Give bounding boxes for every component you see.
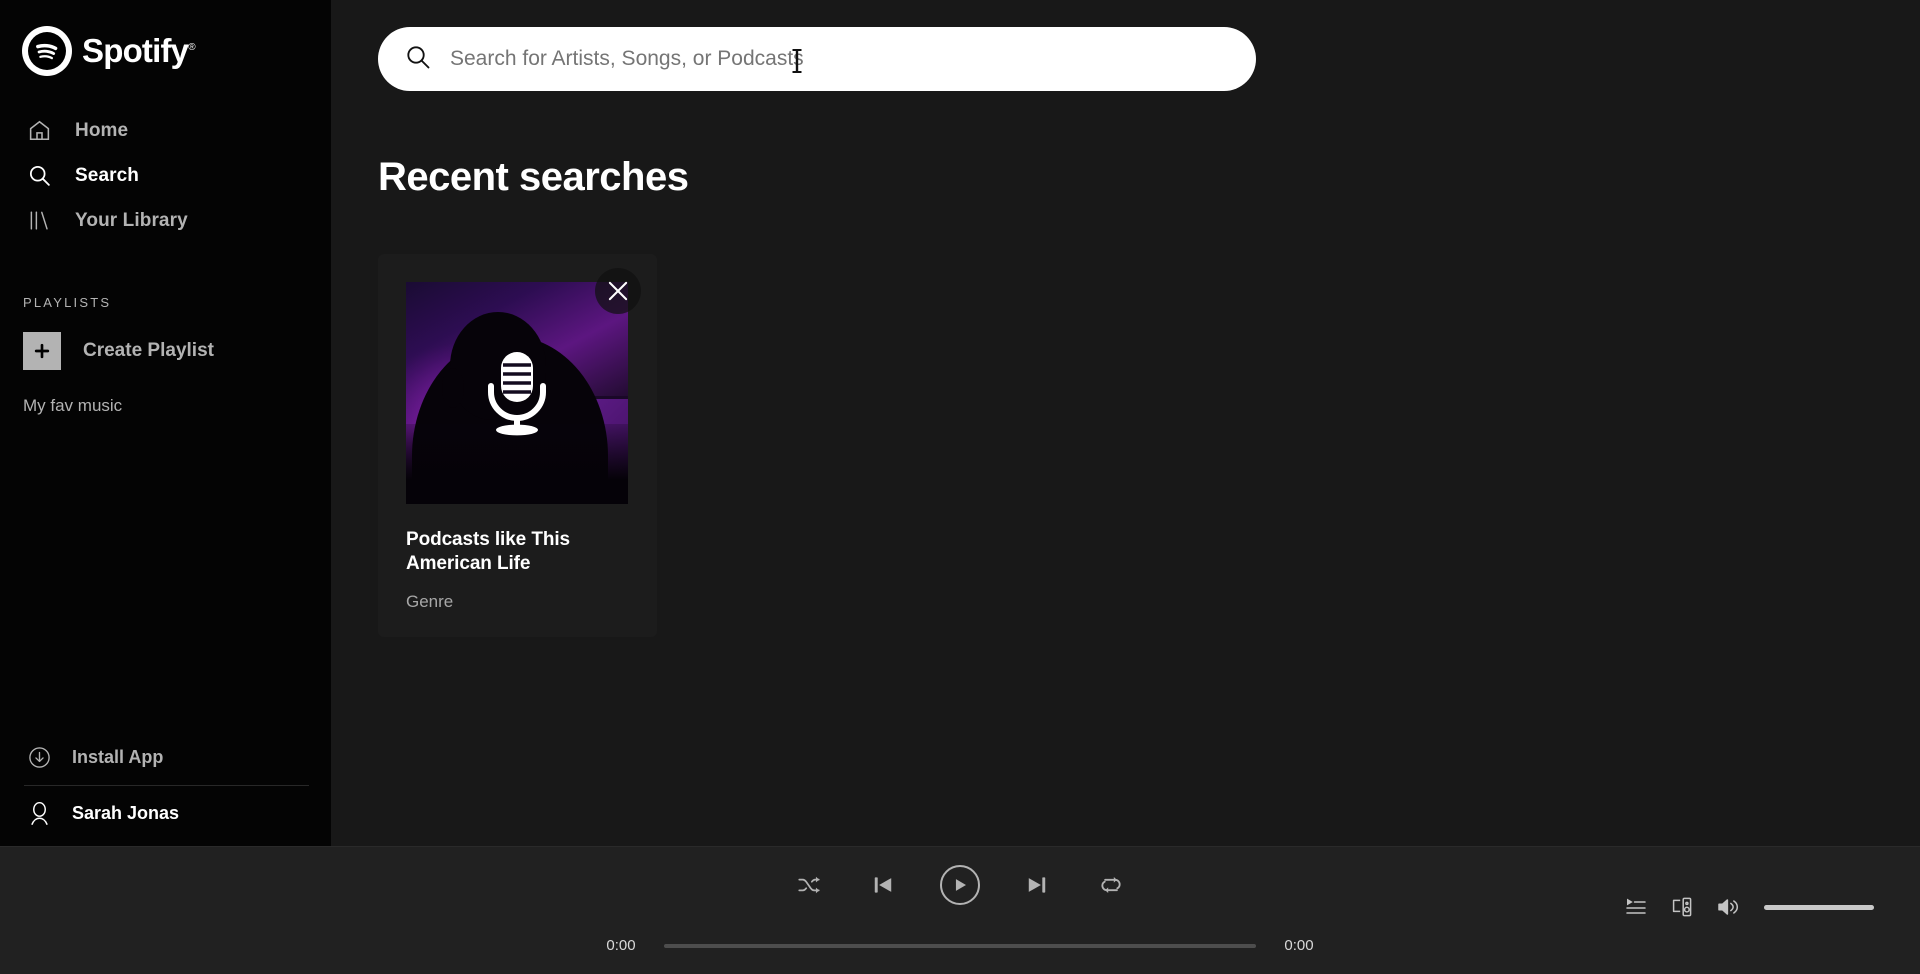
artwork-headphone — [442, 368, 464, 408]
progress-bar-row: 0:00 0:00 — [602, 937, 1318, 954]
home-icon — [24, 116, 54, 146]
install-app-label: Install App — [72, 746, 164, 767]
elapsed-time: 0:00 — [606, 937, 636, 954]
microphone-icon — [474, 348, 560, 438]
library-icon — [24, 206, 54, 236]
spotify-wordmark-text: Spotify — [82, 32, 189, 69]
play-icon[interactable] — [940, 865, 980, 905]
player-bar: 0:00 0:00 — [0, 846, 1920, 974]
download-circle-icon — [24, 742, 54, 772]
search-bar[interactable] — [378, 27, 1256, 91]
progress-slider[interactable] — [664, 943, 1256, 948]
player-right-controls — [1624, 895, 1874, 919]
playback-controls — [792, 865, 1128, 905]
queue-icon[interactable] — [1624, 895, 1648, 919]
recent-search-card[interactable]: Podcasts like This American Life Genre — [378, 254, 657, 637]
card-subtitle: Genre — [406, 591, 454, 611]
volume-icon[interactable] — [1716, 895, 1742, 919]
next-track-icon[interactable] — [1020, 868, 1054, 902]
connect-device-icon[interactable] — [1670, 895, 1694, 919]
create-playlist-button[interactable]: Create Playlist — [23, 332, 331, 370]
total-time: 0:00 — [1284, 937, 1314, 954]
spotify-logo-icon — [22, 26, 72, 76]
card-title: Podcasts like This American Life — [406, 529, 570, 575]
sidebar-footer: Install App Sarah Jonas — [0, 735, 331, 846]
playlists-section-header: PLAYLISTS — [23, 295, 112, 310]
search-input[interactable] — [450, 47, 1150, 71]
playlist-item-my-fav-music[interactable]: My fav music — [23, 396, 331, 416]
sidebar-item-home[interactable]: Home — [0, 108, 331, 153]
create-playlist-label: Create Playlist — [83, 340, 214, 361]
install-app-button[interactable]: Install App — [24, 735, 331, 779]
search-icon — [404, 43, 432, 76]
user-profile-name: Sarah Jonas — [72, 802, 180, 823]
volume-slider[interactable] — [1764, 904, 1874, 910]
shuffle-icon[interactable] — [792, 868, 826, 902]
spotify-wordmark: Spotify® — [82, 32, 196, 70]
page-title: Recent searches — [378, 155, 689, 199]
spotify-logo[interactable]: Spotify® — [22, 26, 331, 76]
search-bar-container — [378, 27, 1256, 91]
sidebar-item-home-label: Home — [75, 119, 129, 141]
plus-icon — [23, 332, 61, 370]
search-icon — [24, 161, 54, 191]
sidebar-item-search[interactable]: Search — [0, 153, 331, 198]
user-profile-button[interactable]: Sarah Jonas — [24, 786, 331, 840]
primary-nav: Home Search Your Library — [0, 108, 331, 243]
registered-mark: ® — [188, 42, 195, 53]
spotify-app-window: Spotify® Home Search Your Library PLAYLI… — [0, 0, 1920, 974]
close-x-icon[interactable] — [595, 268, 641, 314]
volume-fill — [1764, 904, 1874, 910]
main-content: Recent searches — [331, 0, 1920, 846]
sidebar-item-your-library-label: Your Library — [75, 209, 188, 231]
sidebar: Spotify® Home Search Your Library PLAYLI… — [0, 0, 331, 846]
sidebar-item-your-library[interactable]: Your Library — [0, 198, 331, 243]
repeat-icon[interactable] — [1094, 868, 1128, 902]
user-avatar-icon — [24, 798, 54, 828]
sidebar-item-search-label: Search — [75, 164, 139, 186]
previous-track-icon[interactable] — [866, 868, 900, 902]
card-artwork — [406, 282, 628, 504]
